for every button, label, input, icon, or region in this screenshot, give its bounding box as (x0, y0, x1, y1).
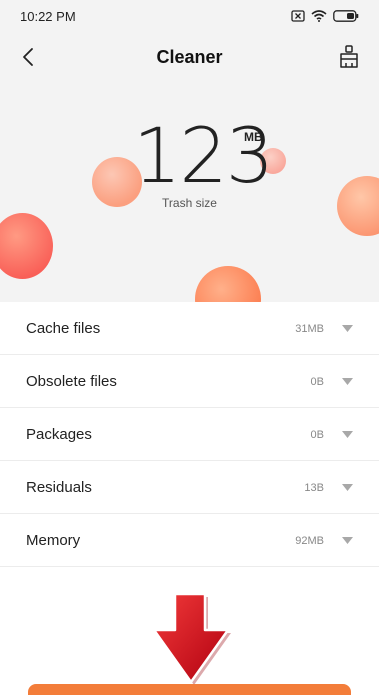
status-icons (291, 10, 359, 22)
trash-size-value: 123 (133, 111, 274, 200)
summary-panel: 10:22 PM Cleaner 123 MB Trash size (0, 0, 379, 302)
trash-size-label: Trash size (162, 196, 217, 210)
red-down-arrow-icon (152, 592, 231, 685)
category-size: 92MB (295, 534, 324, 547)
category-size: 13B (304, 481, 324, 494)
header: Cleaner (0, 38, 379, 76)
caret-down-icon[interactable] (342, 378, 353, 385)
back-chevron-icon[interactable] (16, 44, 42, 70)
trash-size-unit: MB (244, 130, 263, 144)
battery-icon (333, 10, 359, 22)
category-label: Memory (26, 532, 81, 549)
category-label: Cache files (26, 320, 101, 337)
category-size: 0B (310, 375, 324, 388)
caret-down-icon[interactable] (342, 325, 353, 332)
sim-card-x-icon (291, 10, 305, 22)
category-row-obsolete-files[interactable]: Obsolete files 0B (0, 355, 379, 408)
category-label: Obsolete files (26, 373, 117, 390)
category-label: Packages (26, 426, 92, 443)
category-row-packages[interactable]: Packages 0B (0, 408, 379, 461)
status-bar: 10:22 PM (0, 0, 379, 32)
decor-bubble (0, 213, 53, 279)
category-label: Residuals (26, 479, 92, 496)
wifi-icon (311, 10, 327, 22)
caret-down-icon[interactable] (342, 537, 353, 544)
clean-up-button[interactable] (28, 684, 351, 695)
category-size: 31MB (295, 322, 324, 335)
caret-down-icon[interactable] (342, 431, 353, 438)
page-title: Cleaner (156, 46, 223, 67)
category-list: Cache files 31MB Obsolete files 0B Packa… (0, 302, 379, 567)
category-row-cache-files[interactable]: Cache files 31MB (0, 302, 379, 355)
category-size: 0B (310, 428, 324, 441)
status-time: 10:22 PM (20, 8, 76, 24)
caret-down-icon[interactable] (342, 484, 353, 491)
decor-bubble (195, 266, 261, 302)
category-row-residuals[interactable]: Residuals 13B (0, 461, 379, 514)
broom-icon[interactable] (335, 43, 363, 71)
category-row-memory[interactable]: Memory 92MB (0, 514, 379, 567)
